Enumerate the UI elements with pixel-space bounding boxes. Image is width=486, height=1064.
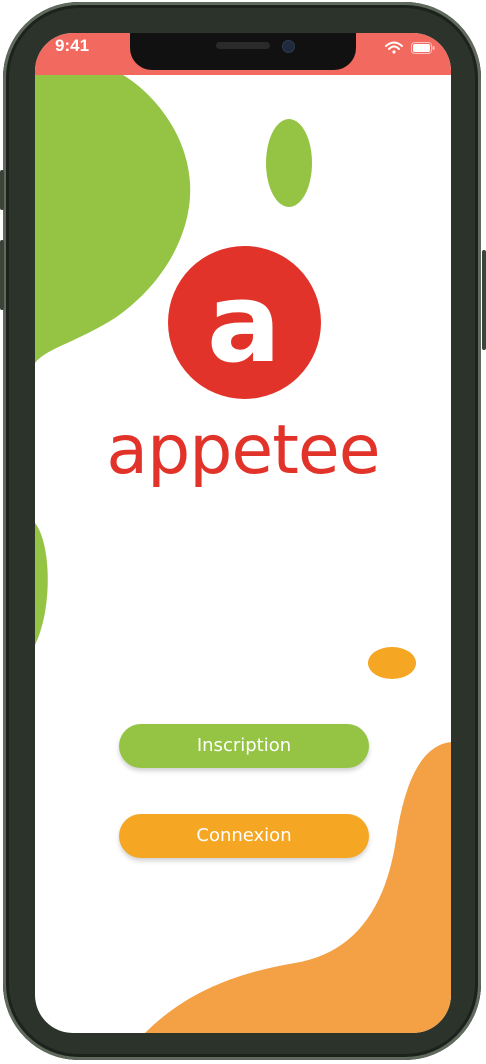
orange-blob-bottom: [145, 742, 451, 1033]
notch: [130, 33, 356, 70]
green-blob-left: [35, 523, 48, 645]
brand-name: appetee: [106, 411, 380, 490]
camera-icon: [282, 40, 295, 53]
battery-icon: [411, 41, 435, 54]
side-button-right: [482, 250, 486, 350]
side-button-left: [0, 170, 4, 210]
status-time: 9:41: [55, 36, 90, 55]
logo-letter: a: [207, 259, 281, 387]
side-button-left: [0, 240, 4, 310]
green-blob-top: [35, 75, 191, 363]
app-screen: 9:41 a appetee Inscription Connexion: [35, 33, 451, 1033]
background-blobs: [35, 75, 451, 1033]
green-dot: [266, 119, 312, 207]
status-bar: 9:41: [35, 33, 451, 75]
brand-logo-icon: a: [168, 246, 321, 399]
login-button[interactable]: Connexion: [119, 814, 369, 858]
wifi-icon: [385, 41, 403, 54]
speaker-grille: [216, 42, 270, 49]
signup-button[interactable]: Inscription: [119, 724, 369, 768]
status-icons: [385, 41, 435, 54]
orange-dot: [368, 647, 416, 679]
